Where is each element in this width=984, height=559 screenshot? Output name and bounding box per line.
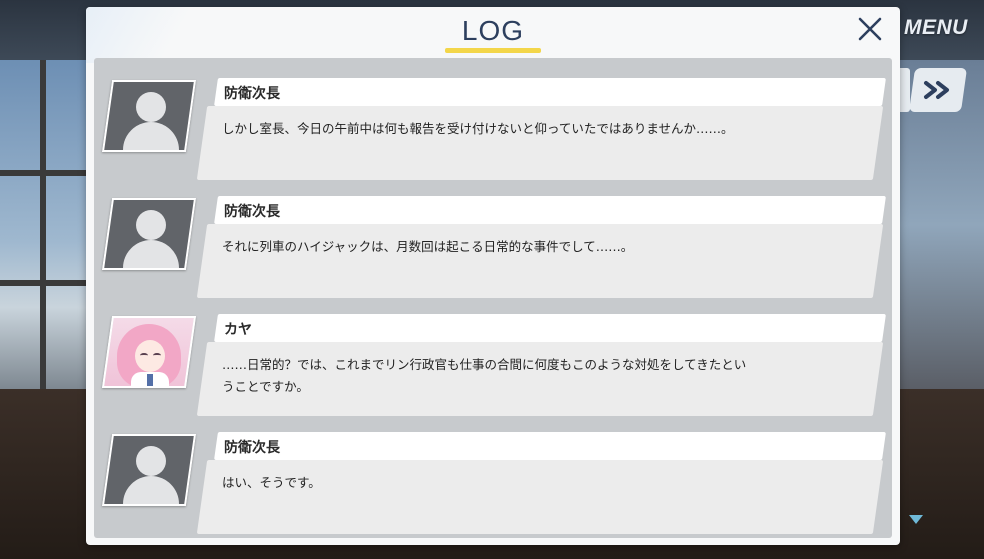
log-entry: 防衛次長 それに列車のハイジャックは、月数回は起こる日常的な事件でして……。 (94, 186, 892, 298)
log-title: LOG (461, 15, 525, 46)
log-list[interactable]: 防衛次長 しかし室長、今日の午前中は何も報告を受け付けないと仰っていたではありま… (94, 58, 892, 538)
scroll-down-icon[interactable] (909, 515, 923, 524)
speaker-name-bar (214, 314, 886, 342)
title-underline (445, 48, 541, 53)
dialogue-line: うことですか。 (222, 379, 309, 394)
speaker-name: カヤ (224, 322, 252, 338)
silhouette-avatar (101, 434, 197, 506)
speaker-name-bar (214, 78, 886, 106)
dialogue-text: ……日常的？では、これまでリン行政官も仕事の合間に何度もこのような対処をしてきた… (222, 354, 862, 398)
skip-button[interactable] (908, 68, 968, 112)
menu-button[interactable]: MENU (904, 16, 968, 40)
log-dialog: LOG 防衛次長 しかし室長、今日の午前中は何も報告を受け付けないと仰っていたで… (86, 7, 900, 545)
speaker-name-bar (214, 432, 886, 460)
silhouette-avatar (101, 198, 197, 270)
fast-forward-icon (924, 81, 949, 99)
speaker-name-bar (214, 196, 886, 224)
log-entry: 防衛次長 はい、そうです。 (94, 422, 892, 534)
log-entry: 防衛次長 しかし室長、今日の午前中は何も報告を受け付けないと仰っていたではありま… (94, 68, 892, 180)
close-icon (858, 17, 882, 41)
speaker-name: 防衛次長 (224, 86, 280, 102)
log-entry: カヤ ……日常的？では、これまでリン行政官も仕事の合間に何度もこのような対処をし… (94, 304, 892, 416)
speaker-name: 防衛次長 (224, 204, 280, 220)
dialogue-text: それに列車のハイジャックは、月数回は起こる日常的な事件でして……。 (222, 239, 634, 254)
silhouette-avatar (101, 80, 197, 152)
dialogue-text: しかし室長、今日の午前中は何も報告を受け付けないと仰っていたではありませんか……… (222, 121, 734, 136)
close-button[interactable] (854, 13, 886, 45)
speaker-name: 防衛次長 (224, 440, 280, 456)
dialogue-text: はい、そうです。 (222, 475, 321, 490)
kaya-portrait (101, 316, 197, 388)
dialogue-line: ……日常的？では、これまでリン行政官も仕事の合間に何度もこのような対処をしてきた… (222, 357, 747, 372)
